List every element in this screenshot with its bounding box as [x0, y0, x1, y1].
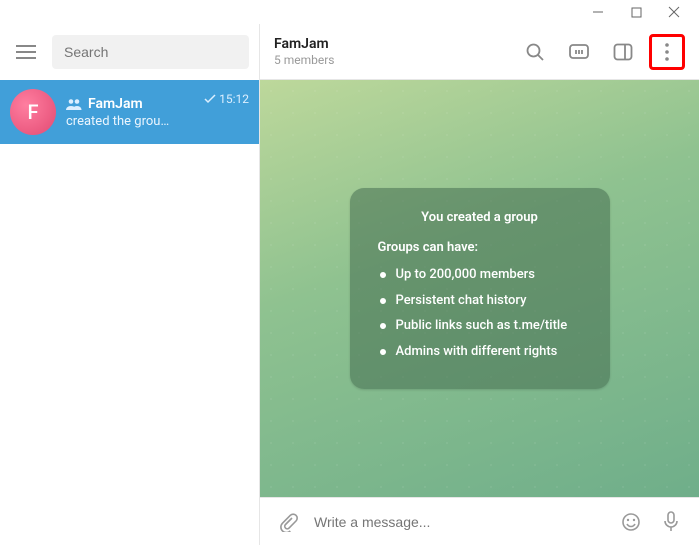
search-input[interactable] — [64, 44, 237, 60]
paperclip-icon — [278, 512, 298, 532]
message-input[interactable] — [314, 514, 605, 530]
voice-button[interactable] — [657, 508, 685, 536]
list-item: Up to 200,000 members — [378, 265, 582, 285]
chat-item[interactable]: F FamJam created the grou… 15:12 — [0, 80, 259, 144]
chat-time: 15:12 — [204, 92, 249, 106]
list-item: Public links such as t.me/title — [378, 316, 582, 336]
search-box[interactable] — [52, 35, 249, 69]
close-icon — [668, 6, 680, 18]
window-maximize-button[interactable] — [617, 0, 655, 24]
group-info-card: You created a group Groups can have: Up … — [350, 188, 610, 389]
avatar-letter: F — [27, 100, 38, 124]
menu-button[interactable] — [10, 36, 42, 68]
group-icon — [66, 98, 82, 110]
search-in-chat-button[interactable] — [517, 34, 553, 70]
attach-button[interactable] — [274, 508, 302, 536]
chat-time-text: 15:12 — [219, 92, 249, 106]
minimize-icon — [592, 6, 604, 18]
avatar: F — [10, 89, 56, 135]
header-subtitle: 5 members — [274, 53, 509, 67]
maximize-icon — [631, 7, 642, 18]
more-options-button[interactable] — [649, 34, 685, 70]
video-chat-button[interactable] — [561, 34, 597, 70]
chat-list: F FamJam created the grou… 15:12 — [0, 80, 259, 545]
side-panel-button[interactable] — [605, 34, 641, 70]
card-subtitle: Groups can have: — [378, 238, 582, 258]
card-title: You created a group — [378, 208, 582, 228]
more-vertical-icon — [665, 43, 669, 61]
hamburger-icon — [16, 45, 36, 59]
window-minimize-button[interactable] — [579, 0, 617, 24]
video-chat-icon — [568, 42, 590, 62]
window-close-button[interactable] — [655, 0, 693, 24]
emoji-button[interactable] — [617, 508, 645, 536]
chat-preview: created the grou… — [66, 114, 236, 129]
list-item: Persistent chat history — [378, 291, 582, 311]
microphone-icon — [663, 511, 679, 533]
header-info[interactable]: FamJam 5 members — [274, 36, 509, 67]
list-item: Admins with different rights — [378, 342, 582, 362]
search-icon — [525, 42, 545, 62]
chat-title: FamJam — [88, 96, 143, 112]
window-titlebar — [0, 0, 699, 24]
header-title: FamJam — [274, 36, 509, 52]
main-area: F FamJam created the grou… 15:12 — [0, 24, 699, 545]
app-window: F FamJam created the grou… 15:12 — [0, 0, 699, 545]
right-panel: FamJam 5 members You c — [260, 24, 699, 545]
left-panel: F FamJam created the grou… 15:12 — [0, 24, 260, 545]
emoji-icon — [621, 512, 641, 532]
left-topbar — [0, 24, 259, 80]
side-panel-icon — [613, 43, 633, 61]
conversation-area: You created a group Groups can have: Up … — [260, 80, 699, 497]
chat-header: FamJam 5 members — [260, 24, 699, 80]
check-icon — [204, 94, 216, 104]
card-bullet-list: Up to 200,000 members Persistent chat hi… — [378, 265, 582, 361]
composer — [260, 497, 699, 545]
